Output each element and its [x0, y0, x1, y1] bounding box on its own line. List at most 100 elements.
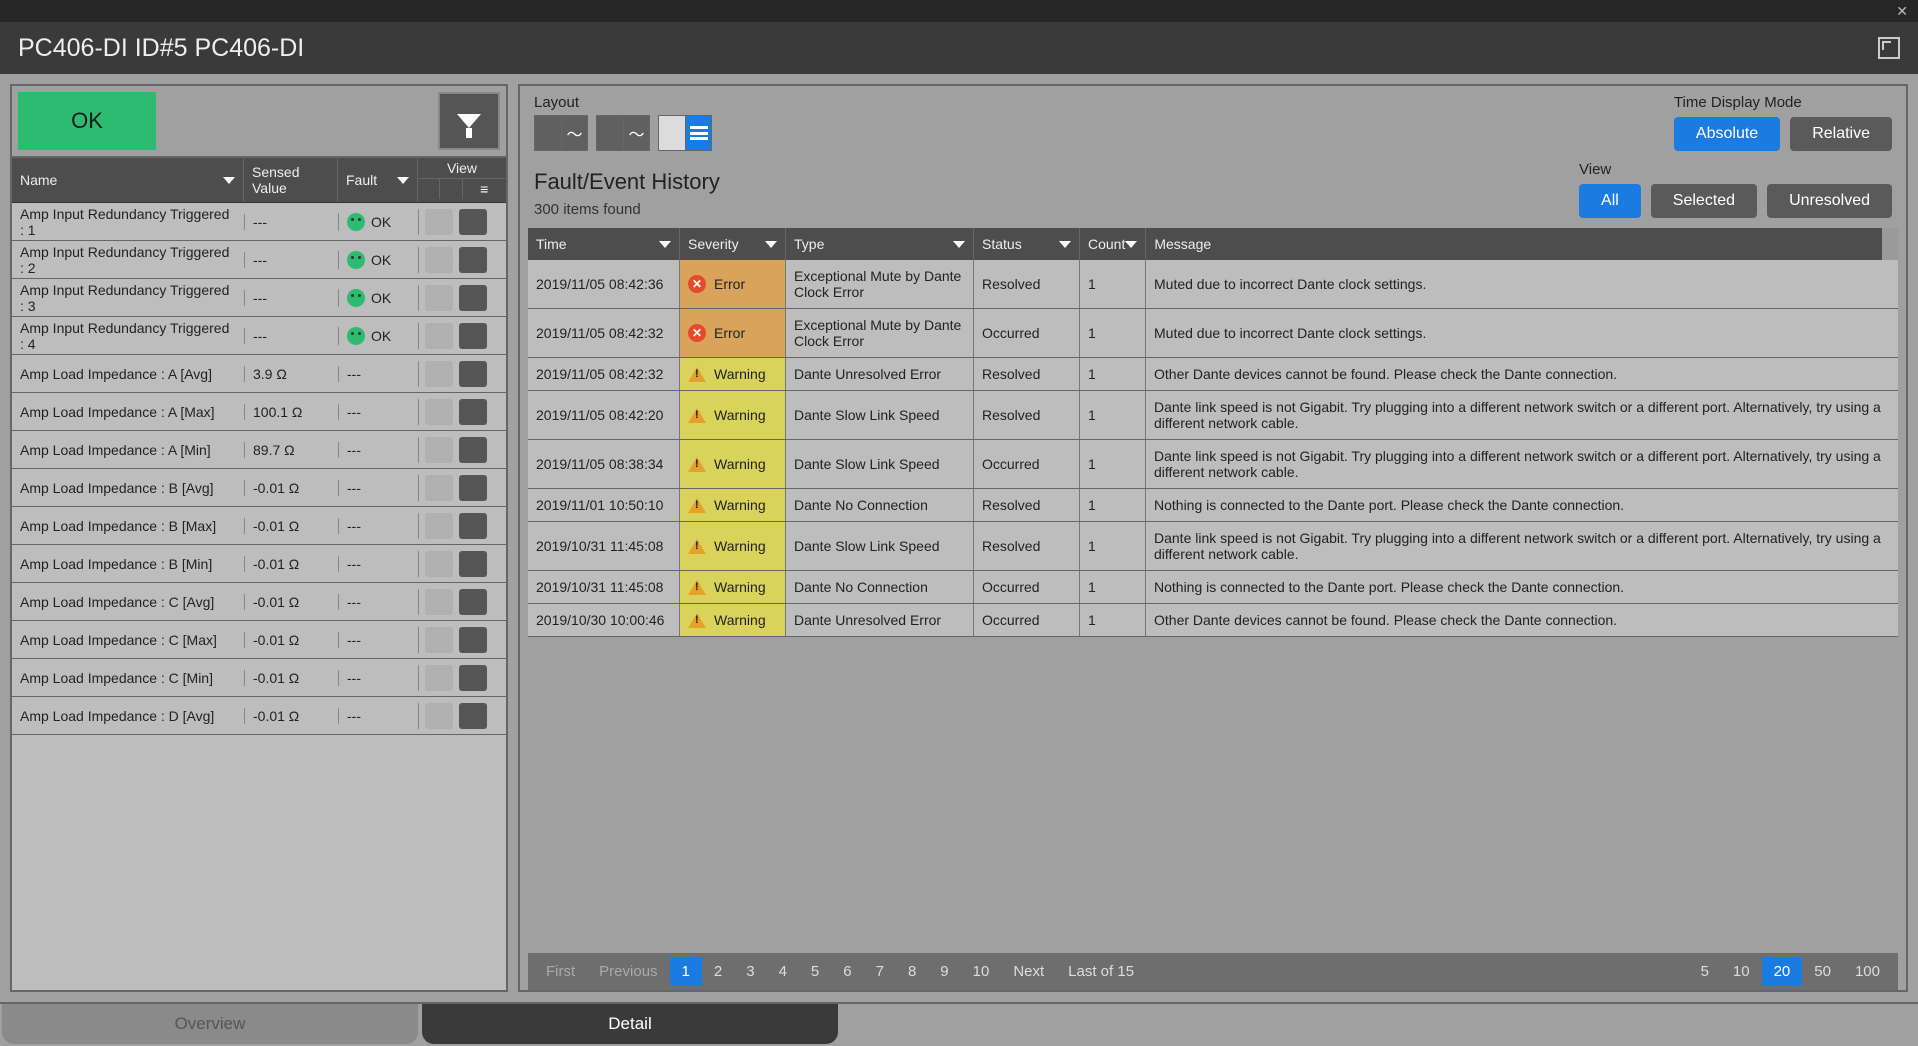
- pager-next[interactable]: Next: [1001, 957, 1056, 986]
- view-list-toggle[interactable]: [459, 209, 487, 235]
- time-mode-absolute[interactable]: Absolute: [1674, 117, 1780, 151]
- page-size[interactable]: 100: [1843, 957, 1892, 986]
- pager-page[interactable]: 9: [928, 957, 960, 986]
- view-list-toggle[interactable]: [459, 551, 487, 577]
- view-list-toggle[interactable]: [459, 247, 487, 273]
- view-chart-toggle[interactable]: [425, 627, 453, 653]
- view-chart-toggle[interactable]: [425, 513, 453, 539]
- layout-option-1[interactable]: ～: [534, 115, 588, 151]
- event-row[interactable]: 2019/11/05 08:38:34WarningDante Slow Lin…: [528, 440, 1898, 489]
- view-list-toggle[interactable]: [459, 285, 487, 311]
- col-time[interactable]: Time: [528, 228, 680, 260]
- col-message[interactable]: Message: [1146, 228, 1882, 260]
- page-size[interactable]: 20: [1762, 957, 1803, 986]
- view-chart-toggle[interactable]: [425, 399, 453, 425]
- view-list-toggle[interactable]: [459, 361, 487, 387]
- view-chart-toggle[interactable]: [425, 361, 453, 387]
- view-chart-toggle[interactable]: [425, 437, 453, 463]
- main-area: OK Name Sensed Value Fault View ≡ Amp In…: [0, 74, 1918, 1002]
- event-row[interactable]: 2019/11/01 10:50:10WarningDante No Conne…: [528, 489, 1898, 522]
- pager-page[interactable]: 2: [702, 957, 734, 986]
- pager-last[interactable]: Last of 15: [1056, 957, 1146, 986]
- view-list-toggle[interactable]: [459, 665, 487, 691]
- col-severity[interactable]: Severity: [680, 228, 786, 260]
- page-size[interactable]: 10: [1721, 957, 1762, 986]
- cell-count: 1: [1080, 489, 1146, 521]
- event-rows[interactable]: 2019/11/05 08:42:36✕ErrorExceptional Mut…: [528, 260, 1898, 951]
- table-row[interactable]: Amp Load Impedance : A [Max]100.1 Ω---: [12, 393, 506, 431]
- col-name[interactable]: Name: [12, 158, 244, 202]
- table-row[interactable]: Amp Load Impedance : D [Avg]-0.01 Ω---: [12, 697, 506, 735]
- tab-detail[interactable]: Detail: [422, 1004, 838, 1044]
- view-list-toggle[interactable]: [459, 475, 487, 501]
- event-row[interactable]: 2019/10/30 10:00:46WarningDante Unresolv…: [528, 604, 1898, 637]
- table-row[interactable]: Amp Load Impedance : C [Max]-0.01 Ω---: [12, 621, 506, 659]
- view-list-toggle[interactable]: [459, 513, 487, 539]
- view-chart-toggle[interactable]: [425, 665, 453, 691]
- table-row[interactable]: Amp Input Redundancy Triggered : 4---OK: [12, 317, 506, 355]
- table-row[interactable]: Amp Input Redundancy Triggered : 3---OK: [12, 279, 506, 317]
- time-mode-relative[interactable]: Relative: [1790, 117, 1892, 151]
- event-row[interactable]: 2019/11/05 08:42:32✕ErrorExceptional Mut…: [528, 309, 1898, 358]
- view-chart-toggle[interactable]: [425, 703, 453, 729]
- view-chart-toggle[interactable]: [425, 475, 453, 501]
- filter-button[interactable]: [438, 92, 500, 150]
- chart-icon[interactable]: [418, 179, 463, 199]
- left-rows[interactable]: Amp Input Redundancy Triggered : 1---OKA…: [12, 203, 506, 990]
- view-chart-toggle[interactable]: [425, 285, 453, 311]
- view-chart-toggle[interactable]: [425, 247, 453, 273]
- view-chart-toggle[interactable]: [425, 589, 453, 615]
- col-status[interactable]: Status: [974, 228, 1080, 260]
- pager-page[interactable]: 1: [670, 957, 702, 986]
- event-row[interactable]: 2019/10/31 11:45:08WarningDante No Conne…: [528, 571, 1898, 604]
- view-chart-toggle[interactable]: [425, 323, 453, 349]
- pager-page[interactable]: 6: [831, 957, 863, 986]
- table-row[interactable]: Amp Load Impedance : B [Min]-0.01 Ω---: [12, 545, 506, 583]
- col-count[interactable]: Count: [1080, 228, 1146, 260]
- warning-icon: [688, 457, 706, 472]
- pager-first[interactable]: First: [534, 957, 587, 986]
- view-list-toggle[interactable]: [459, 399, 487, 425]
- view-all-button[interactable]: All: [1579, 184, 1641, 218]
- view-list-toggle[interactable]: [459, 703, 487, 729]
- table-row[interactable]: Amp Load Impedance : C [Avg]-0.01 Ω---: [12, 583, 506, 621]
- view-unresolved-button[interactable]: Unresolved: [1767, 184, 1892, 218]
- table-row[interactable]: Amp Load Impedance : C [Min]-0.01 Ω---: [12, 659, 506, 697]
- pager-page[interactable]: 5: [799, 957, 831, 986]
- page-size[interactable]: 50: [1802, 957, 1843, 986]
- pager-prev[interactable]: Previous: [587, 957, 669, 986]
- event-row[interactable]: 2019/11/05 08:42:32WarningDante Unresolv…: [528, 358, 1898, 391]
- list-icon[interactable]: ≡: [463, 179, 507, 199]
- tab-overview[interactable]: Overview: [2, 1004, 418, 1044]
- col-fault[interactable]: Fault: [338, 158, 418, 202]
- col-sensed[interactable]: Sensed Value: [244, 158, 338, 202]
- pager-page[interactable]: 8: [896, 957, 928, 986]
- layout-option-2[interactable]: ～: [596, 115, 650, 151]
- view-list-toggle[interactable]: [459, 589, 487, 615]
- pager-page[interactable]: 10: [961, 957, 1002, 986]
- layout-option-3[interactable]: [658, 115, 712, 151]
- event-row[interactable]: 2019/11/05 08:42:36✕ErrorExceptional Mut…: [528, 260, 1898, 309]
- view-chart-toggle[interactable]: [425, 209, 453, 235]
- table-row[interactable]: Amp Input Redundancy Triggered : 1---OK: [12, 203, 506, 241]
- status-ok-button[interactable]: OK: [18, 92, 156, 150]
- table-row[interactable]: Amp Load Impedance : B [Avg]-0.01 Ω---: [12, 469, 506, 507]
- event-row[interactable]: 2019/11/05 08:42:20WarningDante Slow Lin…: [528, 391, 1898, 440]
- table-row[interactable]: Amp Load Impedance : A [Min]89.7 Ω---: [12, 431, 506, 469]
- table-row[interactable]: Amp Input Redundancy Triggered : 2---OK: [12, 241, 506, 279]
- table-row[interactable]: Amp Load Impedance : B [Max]-0.01 Ω---: [12, 507, 506, 545]
- pager-page[interactable]: 7: [864, 957, 896, 986]
- popout-icon[interactable]: [1878, 37, 1900, 59]
- view-list-toggle[interactable]: [459, 437, 487, 463]
- col-type[interactable]: Type: [786, 228, 974, 260]
- pager-page[interactable]: 3: [734, 957, 766, 986]
- pager-page[interactable]: 4: [767, 957, 799, 986]
- view-list-toggle[interactable]: [459, 627, 487, 653]
- view-selected-button[interactable]: Selected: [1651, 184, 1757, 218]
- view-chart-toggle[interactable]: [425, 551, 453, 577]
- table-row[interactable]: Amp Load Impedance : A [Avg]3.9 Ω---: [12, 355, 506, 393]
- view-list-toggle[interactable]: [459, 323, 487, 349]
- page-size[interactable]: 5: [1689, 957, 1721, 986]
- close-icon[interactable]: ✕: [1896, 3, 1908, 20]
- event-row[interactable]: 2019/10/31 11:45:08WarningDante Slow Lin…: [528, 522, 1898, 571]
